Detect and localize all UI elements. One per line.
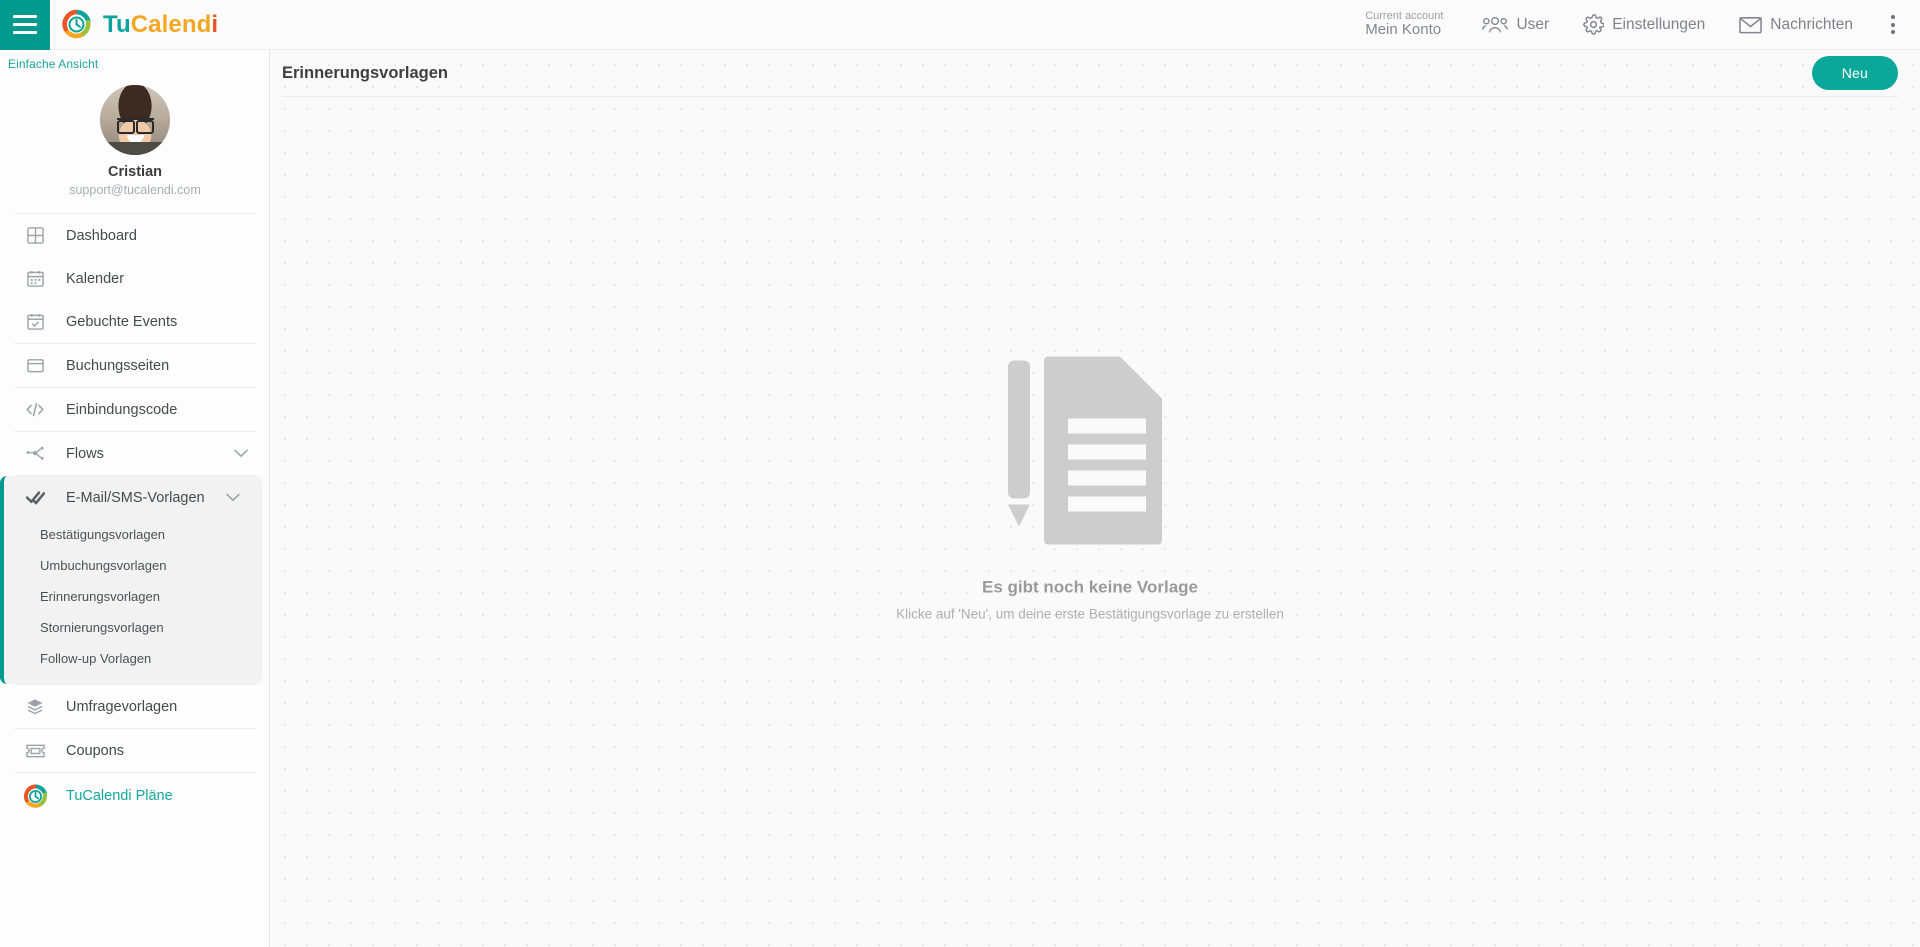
- sidebar-item-label: Coupons: [66, 742, 125, 759]
- kebab-dot: [1891, 22, 1895, 27]
- sidebar-item-buchungsseiten[interactable]: Buchungsseiten: [0, 344, 269, 387]
- users-icon: [1482, 16, 1509, 34]
- main-content: Erinnerungsvorlagen Neu Es gibt noch kei…: [270, 50, 1920, 947]
- sidebar-profile: Cristian support@tucalendi.com: [0, 71, 269, 213]
- top-nav-settings[interactable]: Einstellungen: [1566, 0, 1722, 50]
- hamburger-bar: [13, 15, 37, 18]
- avatar-shirt: [100, 142, 170, 155]
- sidebar-subitem-erinnerungsvorlagen[interactable]: Erinnerungsvorlagen: [4, 581, 262, 612]
- window-icon: [22, 357, 48, 374]
- layers-icon: [22, 698, 48, 715]
- top-bar-actions: Current account Mein Konto User Einstell…: [1365, 0, 1920, 50]
- empty-state-title: Es gibt noch keine Vorlage: [981, 577, 1198, 597]
- top-bar: TuCalendi Current account Mein Konto Use…: [0, 0, 1920, 50]
- gear-icon: [1583, 14, 1605, 35]
- sidebar-item-tucalendi-plaene[interactable]: TuCalendi Pläne: [0, 773, 269, 819]
- sidebar-item-einbindungscode[interactable]: Einbindungscode: [0, 388, 269, 431]
- brand-logo-link[interactable]: TuCalendi: [61, 9, 218, 40]
- flow-nodes-icon: [22, 445, 48, 462]
- envelope-icon: [1739, 16, 1763, 34]
- page-title: Erinnerungsvorlagen: [282, 63, 448, 82]
- tucalendi-logo-icon: [22, 783, 48, 809]
- top-nav-user-label: User: [1516, 15, 1550, 33]
- sidebar-item-flows[interactable]: Flows: [0, 432, 269, 475]
- kebab-dot: [1891, 30, 1895, 34]
- sidebar-scroll-area[interactable]: Einfache Ansicht Cristian support@tucale…: [0, 50, 269, 947]
- chevron-down-icon[interactable]: [234, 445, 248, 463]
- hamburger-icon[interactable]: [0, 0, 50, 50]
- double-check-icon: [22, 490, 48, 505]
- current-account-name: Mein Konto: [1365, 21, 1442, 39]
- document-with-pencil-icon: [790, 356, 1390, 550]
- brand-part-i: i: [211, 10, 219, 38]
- sidebar-group-email-sms-vorlagen: E-Mail/SMS-Vorlagen Bestätigungsvorlagen…: [0, 476, 262, 684]
- top-nav-settings-label: Einstellungen: [1612, 15, 1706, 33]
- sidebar-subitem-bestaetigungsvorlagen[interactable]: Bestätigungsvorlagen: [4, 519, 262, 550]
- sidebar-item-coupons[interactable]: Coupons: [0, 729, 269, 772]
- chevron-down-icon[interactable]: [226, 489, 240, 507]
- brand-title: TuCalendi: [103, 11, 218, 39]
- sidebar-item-label: Umfragevorlagen: [66, 698, 178, 715]
- empty-state-subtitle: Klicke auf 'Neu', um deine erste Bestäti…: [896, 606, 1284, 622]
- sidebar-item-label: Einbindungscode: [66, 401, 178, 418]
- sidebar-subitem-stornierungsvorlagen[interactable]: Stornierungsvorlagen: [4, 612, 262, 643]
- profile-name: Cristian: [108, 164, 162, 180]
- top-nav-messages-label: Nachrichten: [1770, 15, 1853, 33]
- brand-part-calend: Calend: [130, 10, 212, 38]
- kebab-menu-icon[interactable]: [1876, 0, 1910, 50]
- sidebar-item-label: TuCalendi Pläne: [66, 788, 173, 804]
- empty-state: Es gibt noch keine Vorlage Klicke auf 'N…: [790, 356, 1390, 622]
- sidebar-item-umfragevorlagen[interactable]: Umfragevorlagen: [0, 685, 269, 728]
- calendar-icon: [22, 270, 48, 287]
- page-header: Erinnerungsvorlagen Neu: [270, 50, 1920, 96]
- profile-email: support@tucalendi.com: [69, 183, 201, 197]
- hamburger-bar: [13, 31, 37, 34]
- sidebar-subitem-followup-vorlagen[interactable]: Follow-up Vorlagen: [4, 643, 262, 674]
- group-padding: [4, 674, 262, 684]
- sidebar-item-label: E-Mail/SMS-Vorlagen: [66, 489, 205, 506]
- coupon-icon: [22, 744, 48, 758]
- kebab-dot: [1891, 15, 1895, 19]
- avatar: [100, 85, 170, 155]
- top-nav-messages[interactable]: Nachrichten: [1722, 0, 1870, 50]
- sidebar-item-email-sms-vorlagen[interactable]: E-Mail/SMS-Vorlagen: [4, 476, 262, 519]
- sidebar-item-dashboard[interactable]: Dashboard: [0, 214, 269, 257]
- sidebar-item-label: Gebuchte Events: [66, 313, 178, 330]
- sidebar-item-label: Kalender: [66, 270, 125, 287]
- tucalendi-logo-icon: [61, 9, 92, 40]
- sidebar-item-gebuchte-events[interactable]: Gebuchte Events: [0, 300, 269, 343]
- dashboard-icon: [22, 227, 48, 244]
- content-area: Es gibt noch keine Vorlage Klicke auf 'N…: [282, 96, 1898, 933]
- sidebar-item-kalender[interactable]: Kalender: [0, 257, 269, 300]
- avatar-glasses: [117, 118, 154, 134]
- calendar-check-icon: [22, 313, 48, 330]
- code-icon: [22, 401, 48, 418]
- sidebar-subitem-umbuchungsvorlagen[interactable]: Umbuchungsvorlagen: [4, 550, 262, 581]
- new-button[interactable]: Neu: [1811, 56, 1898, 90]
- sidebar-item-label: Flows: [66, 445, 104, 462]
- brand-part-tu: Tu: [103, 10, 131, 38]
- sidebar: Einfache Ansicht Cristian support@tucale…: [0, 50, 270, 947]
- top-nav-user[interactable]: User: [1465, 0, 1566, 50]
- current-account-selector[interactable]: Current account Mein Konto: [1365, 10, 1443, 39]
- hamburger-bar: [13, 23, 37, 26]
- sidebar-item-label: Buchungsseiten: [66, 357, 170, 374]
- simple-view-link[interactable]: Einfache Ansicht: [0, 50, 269, 71]
- sidebar-item-label: Dashboard: [66, 227, 137, 244]
